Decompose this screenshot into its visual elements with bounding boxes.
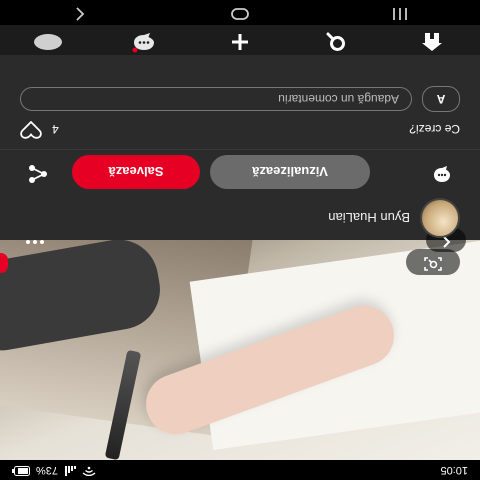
tab-messages[interactable] (120, 27, 168, 53)
creator-avatar[interactable] (420, 198, 460, 238)
chat-bubble-icon (432, 160, 452, 185)
back-icon (74, 4, 86, 21)
status-indicators: 73% (12, 464, 96, 477)
actions-row: Vizualizează Salvează (0, 152, 480, 192)
recents-icon (391, 4, 409, 21)
like-count: 4 (52, 122, 59, 136)
system-nav-bar (0, 0, 480, 25)
wifi-icon (82, 464, 96, 477)
divider (0, 149, 480, 150)
share-icon (27, 160, 49, 185)
status-time: 10:05 (440, 464, 468, 476)
share-button[interactable] (20, 154, 56, 190)
nav-home[interactable] (220, 3, 260, 23)
pin-image[interactable] (0, 240, 480, 460)
more-dot (33, 240, 37, 244)
comment-input[interactable] (20, 87, 412, 111)
battery-percent: 73% (36, 464, 59, 476)
battery-icon (12, 464, 30, 477)
plus-icon (230, 28, 250, 53)
tab-create[interactable] (216, 27, 264, 53)
save-button[interactable]: Salvează (72, 155, 200, 189)
more-dots-icon (40, 240, 44, 244)
comments-heading: Ce crezi? (409, 122, 460, 136)
nav-back[interactable] (60, 3, 100, 23)
profile-icon (33, 29, 63, 52)
creator-name[interactable]: Byun HuaLian (328, 211, 410, 226)
visit-button[interactable]: Vizualizează (210, 155, 370, 189)
app-screen: 10:05 73% Byun HuaLian Vizualizează Salv… (0, 0, 480, 480)
comment-composer: A (0, 84, 480, 114)
visual-search-icon (423, 252, 443, 273)
tab-profile[interactable] (24, 27, 72, 53)
nav-recents[interactable] (380, 3, 420, 23)
tab-home[interactable] (408, 27, 456, 53)
status-bar: 10:05 73% (0, 460, 480, 480)
comments-header: Ce crezi? 4 (0, 114, 480, 144)
chat-icon (131, 27, 157, 54)
home-icon (421, 28, 443, 53)
like-group: 4 (20, 119, 59, 140)
creator-row[interactable]: Byun HuaLian (0, 196, 480, 240)
tab-search[interactable] (312, 27, 360, 53)
visual-search-button[interactable] (406, 249, 460, 275)
signal-icon (64, 464, 77, 477)
bottom-tab-bar (0, 25, 480, 55)
user-avatar[interactable]: A (422, 86, 460, 112)
comment-button[interactable] (424, 154, 460, 190)
search-icon (326, 28, 346, 53)
heart-icon[interactable] (20, 119, 42, 140)
home-circle-icon (230, 4, 250, 21)
more-dot (26, 240, 30, 244)
